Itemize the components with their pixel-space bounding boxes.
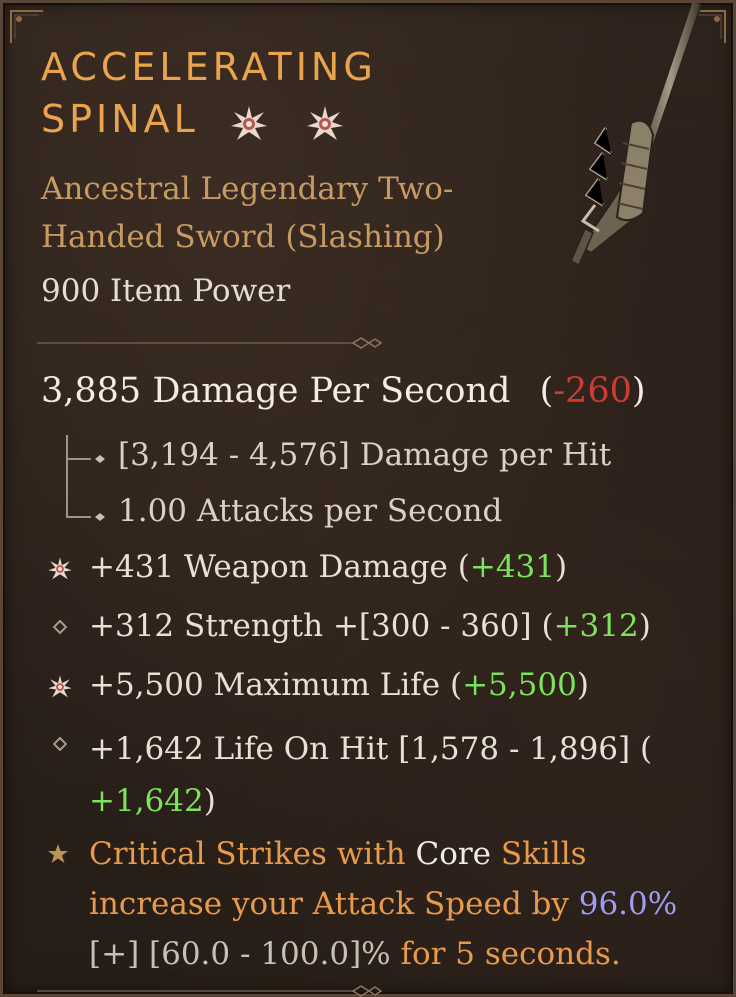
stat-weapon-damage-text: +431 Weapon Damage ( bbox=[89, 549, 470, 585]
attacks-per-second: 1.00 Attacks per Second bbox=[118, 493, 503, 529]
dps-text: 3,885 Damage Per Second bbox=[41, 371, 511, 411]
stat-strength-delta: +312 bbox=[553, 608, 639, 644]
stat-weapon-damage: +431 Weapon Damage (+431) bbox=[89, 549, 567, 585]
corner-ornament-icon bbox=[10, 10, 43, 43]
tree-connector bbox=[66, 435, 105, 521]
stat-life-on-hit-delta: +1,642 bbox=[89, 783, 204, 819]
item-type-line-1: Ancestral Legendary Two- bbox=[41, 171, 454, 207]
stat-life-on-hit-close: ) bbox=[203, 783, 216, 819]
aspect-text-1: Critical Strikes with bbox=[89, 836, 416, 872]
star-icon bbox=[48, 844, 68, 863]
diamond-icon bbox=[53, 620, 67, 634]
two-handed-sword-icon bbox=[570, 3, 702, 267]
aspect-core-keyword: Core bbox=[415, 836, 492, 872]
item-name: ACCELERATING SPINAL bbox=[41, 41, 377, 148]
aspect-text-3: for 5 seconds. bbox=[390, 936, 621, 972]
stat-maximum-life-text: +5,500 Maximum Life ( bbox=[89, 667, 463, 703]
divider bbox=[37, 985, 383, 997]
greater-affix-icon bbox=[48, 557, 72, 580]
item-tooltip: ACCELERATING SPINAL Ancestral Legendary … bbox=[0, 0, 736, 997]
stat-strength: +312 Strength +[300 - 360] (+312) bbox=[89, 608, 651, 644]
divider bbox=[37, 337, 383, 349]
aspect-range: [+] [60.0 - 100.0]% bbox=[89, 936, 391, 972]
item-name-line-2: SPINAL bbox=[41, 93, 377, 148]
aspect-value: 96.0% bbox=[578, 886, 678, 922]
greater-affix-icon bbox=[307, 106, 344, 140]
legendary-aspect: Critical Strikes with Core Skills increa… bbox=[89, 829, 704, 979]
damage-per-second: 3,885 Damage Per Second (-260) bbox=[41, 371, 646, 411]
stat-weapon-damage-delta: +431 bbox=[469, 549, 555, 585]
greater-affix-icon bbox=[48, 675, 72, 698]
stat-maximum-life-delta: +5,500 bbox=[462, 667, 577, 703]
damage-per-hit: [3,194 - 4,576] Damage per Hit bbox=[118, 437, 612, 473]
dps-delta: -260 bbox=[553, 371, 632, 411]
stat-life-on-hit: +1,642 Life On Hit [1,578 - 1,896] ( +1,6… bbox=[89, 723, 689, 827]
stat-strength-close: ) bbox=[638, 608, 651, 644]
stat-maximum-life-close: ) bbox=[576, 667, 589, 703]
diamond-icon bbox=[53, 737, 67, 751]
dps-paren-open: ( bbox=[539, 371, 554, 411]
dps-paren-close: ) bbox=[631, 371, 646, 411]
stat-maximum-life: +5,500 Maximum Life (+5,500) bbox=[89, 667, 589, 703]
stat-life-on-hit-text: +1,642 Life On Hit [1,578 - 1,896] ( bbox=[89, 731, 653, 767]
greater-affix-stars bbox=[229, 96, 365, 148]
stat-strength-text: +312 Strength +[300 - 360] ( bbox=[89, 608, 554, 644]
item-name-line-2-text: SPINAL bbox=[41, 97, 199, 141]
item-type-line-2: Handed Sword (Slashing) bbox=[41, 219, 445, 255]
stat-weapon-damage-close: ) bbox=[555, 549, 568, 585]
item-name-line-1: ACCELERATING bbox=[41, 45, 377, 89]
item-type: Ancestral Legendary Two- Handed Sword (S… bbox=[41, 165, 511, 261]
item-power: 900 Item Power bbox=[41, 273, 291, 309]
greater-affix-icon bbox=[230, 106, 267, 140]
